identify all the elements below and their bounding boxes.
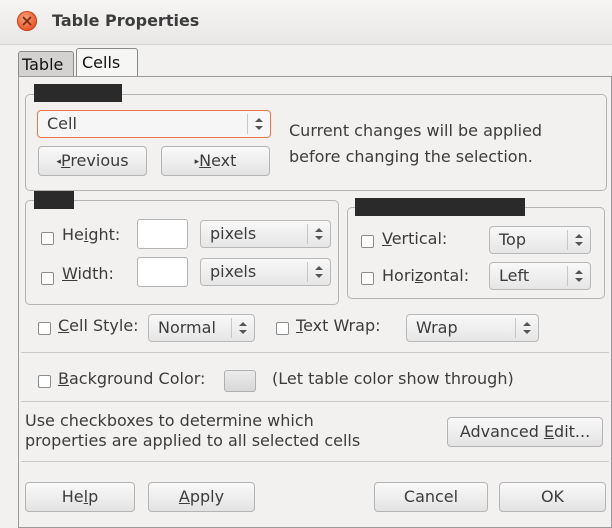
content-alignment-legend: Content Alignment	[355, 198, 525, 216]
tab-cells[interactable]: Cells	[76, 48, 138, 78]
chevron-updown-icon	[307, 224, 330, 244]
horizontal-align-value: Left	[499, 266, 530, 285]
selection-group	[25, 94, 607, 191]
title-bar: Table Properties	[0, 0, 612, 45]
chevron-updown-icon	[247, 114, 270, 134]
height-checkbox[interactable]	[41, 232, 54, 245]
cell-style-label: Cell Style:	[58, 316, 139, 335]
chevron-updown-icon	[515, 318, 538, 338]
size-legend: Size	[34, 191, 74, 209]
vertical-label: Vertical:	[382, 229, 448, 248]
horizontal-align-select[interactable]: Left	[489, 262, 591, 290]
vertical-align-select[interactable]: Top	[489, 226, 591, 254]
chevron-updown-icon	[307, 262, 330, 282]
cell-style-select[interactable]: Normal	[148, 314, 255, 342]
text-wrap-value: Wrap	[416, 318, 458, 337]
width-checkbox[interactable]	[41, 272, 54, 285]
width-unit-select[interactable]: pixels	[200, 258, 331, 286]
previous-button[interactable]: ◂Previous	[38, 146, 147, 176]
width-label: Width:	[62, 264, 114, 283]
background-color-label: Background Color:	[58, 369, 206, 388]
background-color-checkbox[interactable]	[38, 375, 51, 388]
selection-legend: Selection	[34, 84, 122, 102]
separator	[21, 461, 609, 462]
next-label: Next	[199, 151, 237, 170]
background-color-note: (Let table color show through)	[272, 369, 514, 388]
chevron-updown-icon	[231, 318, 254, 338]
separator	[21, 352, 609, 353]
height-input[interactable]	[137, 219, 188, 249]
apply-button[interactable]: Apply	[148, 482, 255, 512]
selection-select[interactable]: Cell	[37, 110, 271, 138]
tab-table[interactable]: Table	[18, 51, 74, 78]
previous-label: Previous	[60, 151, 129, 170]
height-unit-value: pixels	[210, 224, 257, 243]
ok-button[interactable]: OK	[499, 482, 606, 512]
next-button[interactable]: ▸Next	[161, 146, 270, 176]
chevron-updown-icon	[567, 266, 590, 286]
width-input[interactable]	[137, 257, 188, 287]
background-color-swatch[interactable]	[224, 370, 256, 392]
hint-line1: Use checkboxes to determine which	[25, 411, 314, 430]
cell-style-value: Normal	[158, 318, 216, 337]
height-label: Height:	[62, 225, 121, 244]
chevron-updown-icon	[567, 230, 590, 250]
size-group	[25, 200, 339, 305]
separator	[21, 401, 609, 402]
horizontal-label: Horizontal:	[382, 266, 470, 285]
text-wrap-select[interactable]: Wrap	[406, 314, 539, 342]
width-unit-value: pixels	[210, 262, 257, 281]
help-button[interactable]: Help	[25, 482, 135, 512]
cell-style-checkbox[interactable]	[38, 322, 51, 335]
selection-info-line2: before changing the selection.	[289, 147, 533, 166]
cancel-button[interactable]: Cancel	[374, 482, 488, 512]
vertical-checkbox[interactable]	[361, 235, 374, 248]
cells-tab-panel: Selection Cell ◂Previous ▸Next Current c…	[18, 76, 612, 528]
selection-info-line1: Current changes will be applied	[289, 121, 543, 140]
window-title: Table Properties	[52, 11, 200, 30]
hint-line2: properties are applied to all selected c…	[25, 431, 361, 450]
vertical-align-value: Top	[499, 230, 526, 249]
close-icon[interactable]	[17, 11, 37, 31]
text-wrap-checkbox[interactable]	[276, 322, 289, 335]
text-wrap-label: Text Wrap:	[296, 316, 381, 335]
advanced-edit-button[interactable]: Advanced Edit...	[447, 417, 603, 447]
horizontal-checkbox[interactable]	[361, 272, 374, 285]
selection-select-value: Cell	[47, 114, 77, 133]
height-unit-select[interactable]: pixels	[200, 220, 331, 248]
